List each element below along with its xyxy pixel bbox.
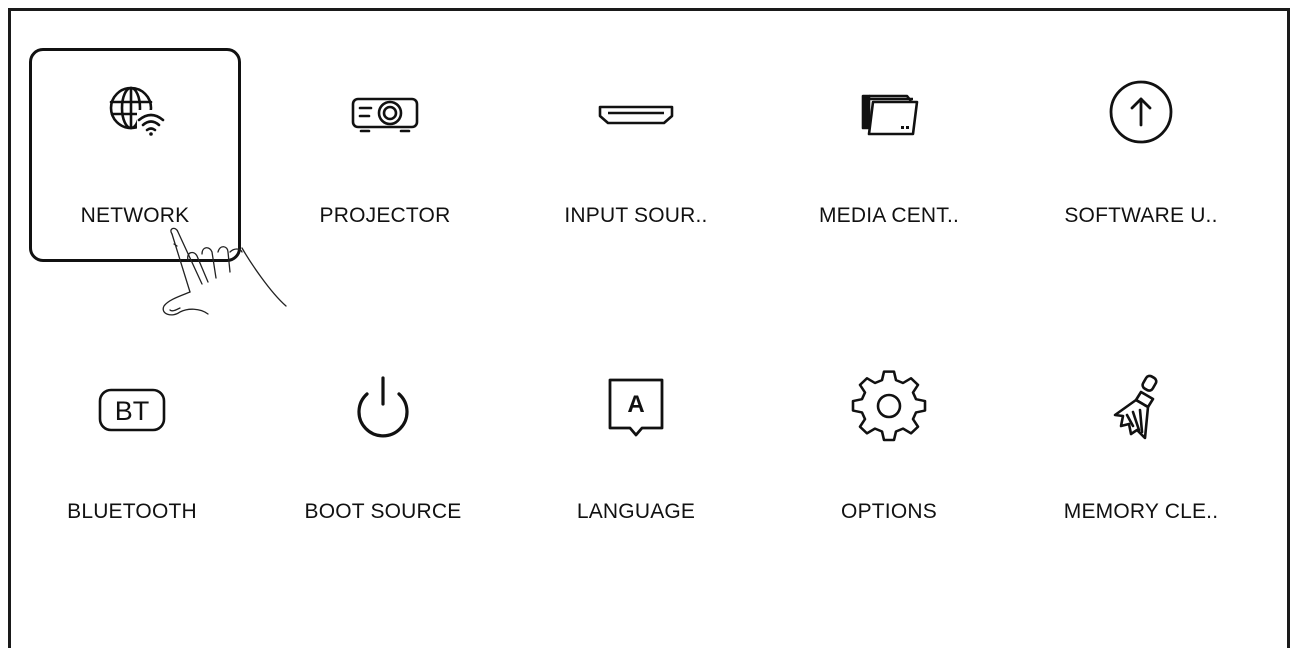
svg-text:A: A [627, 391, 644, 418]
menu-item-label: MEMORY CLE.. [1063, 500, 1219, 523]
menu-item-input-source[interactable]: INPUT SOUR.. [530, 48, 742, 262]
menu-item-language[interactable]: A LANGUAGE [530, 344, 742, 558]
hdmi-port-icon [596, 72, 676, 152]
menu-item-boot-source[interactable]: BOOT SOURCE [277, 344, 489, 558]
menu-item-label: LANGUAGE [576, 500, 696, 523]
menu-item-bluetooth[interactable]: BT BLUETOOTH [26, 344, 238, 558]
gear-icon [849, 368, 929, 448]
menu-item-label: NETWORK [80, 204, 190, 227]
menu-item-label: SOFTWARE U.. [1064, 204, 1218, 227]
upload-arrow-icon [1101, 72, 1181, 152]
menu-item-label: BOOT SOURCE [304, 500, 462, 523]
menu-item-label: PROJECTOR [319, 204, 451, 227]
language-icon: A [596, 368, 676, 448]
menu-item-memory-clean[interactable]: MEMORY CLE.. [1035, 344, 1247, 558]
menu-item-label: BLUETOOTH [67, 500, 197, 523]
menu-item-label: MEDIA CENT.. [818, 204, 960, 227]
projector-icon [345, 72, 425, 152]
menu-item-projector[interactable]: PROJECTOR [279, 48, 491, 262]
menu-item-options[interactable]: OPTIONS [783, 344, 995, 558]
svg-text:BT: BT [115, 396, 150, 426]
menu-item-label: INPUT SOUR.. [564, 204, 708, 227]
bt-icon: BT [92, 368, 172, 448]
broom-icon [1101, 368, 1181, 448]
folders-icon [849, 72, 929, 152]
power-icon [343, 368, 423, 448]
menu-item-software-update[interactable]: SOFTWARE U.. [1035, 48, 1247, 262]
menu-item-network[interactable]: NETWORK [29, 48, 241, 262]
globe-wifi-icon [95, 72, 175, 152]
menu-item-label: OPTIONS [841, 500, 937, 523]
menu-item-media-center[interactable]: MEDIA CENT.. [783, 48, 995, 262]
